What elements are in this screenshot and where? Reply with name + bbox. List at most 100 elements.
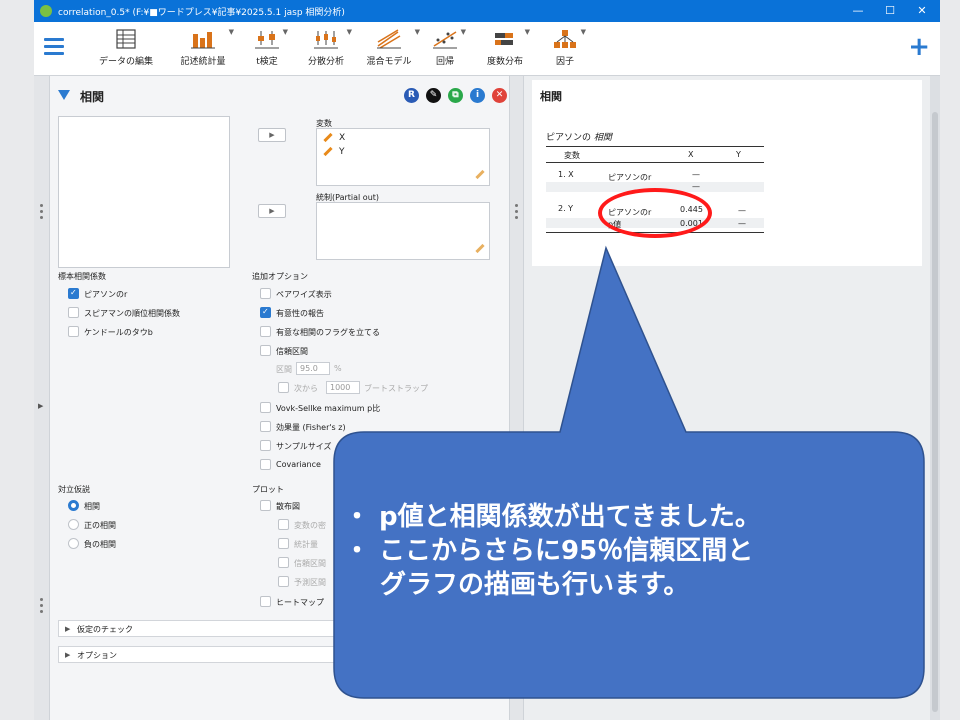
bootstrap-checkbox[interactable] (278, 382, 289, 393)
toolbar-frequencies[interactable]: ▼ 度数分布 (484, 26, 530, 72)
analysis-header[interactable]: 相関 R ✎ ⧉ i ✕ (58, 86, 507, 110)
scale-variable-icon (475, 169, 485, 180)
partial-out-list[interactable] (316, 202, 490, 260)
assign-variables-button[interactable]: ▶ (258, 128, 286, 142)
bootstrap-input[interactable]: 1000 (326, 381, 360, 394)
vovk-sellke-checkbox[interactable] (260, 402, 271, 413)
edit-title-icon[interactable]: ✎ (426, 88, 441, 103)
alt-positive-radio[interactable] (68, 519, 79, 530)
alt-negative-label: 負の相関 (84, 540, 116, 549)
jasp-logo-icon (40, 5, 52, 17)
header-x: X (688, 150, 694, 159)
add-module-plus-icon[interactable]: + (908, 34, 930, 60)
title-bar: correlation_0.5* (F:¥■ワードプレス¥記事¥2025.5.1… (34, 0, 940, 22)
close-button[interactable]: ✕ (912, 3, 932, 19)
analysis-title: 相関 (80, 90, 105, 104)
expand-arrow-icon[interactable]: ▶ (38, 402, 43, 410)
toolbar-anova-label: 分散分析 (307, 57, 344, 67)
info-icon[interactable]: i (470, 88, 485, 103)
report-significance-checkbox[interactable] (260, 307, 271, 318)
pearson-checkbox[interactable] (68, 288, 79, 299)
plot-pi-checkbox[interactable] (278, 576, 289, 587)
variables-list[interactable]: X Y (316, 128, 490, 186)
plot-ci-checkbox[interactable] (278, 557, 289, 568)
assign-partial-button[interactable]: ▶ (258, 204, 286, 218)
sample-size-label: サンプルサイズ (276, 442, 332, 451)
anova-icon (314, 31, 338, 49)
heatmap-checkbox[interactable] (260, 596, 271, 607)
scale-variable-icon (475, 243, 485, 254)
scale-variable-icon (323, 146, 333, 157)
scatter-plot-label: 散布図 (276, 502, 300, 511)
callout-line-3: グラフの描画も行います。 (380, 570, 690, 600)
chevron-down-icon: ▼ (228, 28, 234, 36)
results-card: 相関 ピアソンの 相関 変数 X Y 1. X ピアソンのr — — 2. Y … (532, 80, 922, 266)
covariance-checkbox[interactable] (260, 459, 271, 470)
drag-handle-icon[interactable] (40, 204, 44, 222)
duplicate-icon[interactable]: ⧉ (448, 88, 463, 103)
toolbar-ttest-label: t検定 (256, 57, 278, 67)
collapse-triangle-icon[interactable] (58, 90, 70, 100)
toolbar-ttest[interactable]: ▼ t検定 (250, 26, 288, 72)
pearson-label: ピアソンのr (84, 290, 128, 299)
spearman-label: スピアマンの順位相関係数 (84, 309, 180, 318)
hamburger-menu-icon[interactable] (44, 38, 64, 58)
confidence-interval-checkbox[interactable] (260, 345, 271, 356)
variable-item-y[interactable]: Y (323, 146, 345, 157)
kendall-checkbox[interactable] (68, 326, 79, 337)
source-variable-list[interactable] (58, 116, 230, 268)
alt-negative-radio[interactable] (68, 538, 79, 549)
spearman-checkbox[interactable] (68, 307, 79, 318)
assumption-checks-section[interactable]: ▶ 仮定のチェック (58, 620, 504, 637)
toolbar-data-edit[interactable]: データの編集 (98, 26, 154, 72)
section-label: 仮定のチェック (77, 625, 133, 634)
table-cell: 2. Y (558, 204, 574, 213)
chevron-down-icon: ▼ (524, 28, 530, 36)
table-cell: — (738, 206, 746, 215)
plot-density-checkbox[interactable] (278, 519, 289, 530)
variable-item-x[interactable]: X (323, 132, 345, 143)
table-cell: 1. X (558, 170, 574, 179)
chevron-down-icon: ▼ (346, 28, 352, 36)
flag-significant-checkbox[interactable] (260, 326, 271, 337)
splitter-strip[interactable] (510, 76, 524, 720)
pairwise-checkbox[interactable] (260, 288, 271, 299)
scrollbar-thumb[interactable] (932, 112, 938, 712)
table-cell: — (692, 182, 700, 191)
toolbar-frequencies-label: 度数分布 (486, 57, 523, 67)
toolbar-regression[interactable]: ▼ 回帰 (428, 26, 466, 72)
minimize-button[interactable]: — (848, 3, 868, 19)
interval-input[interactable]: 95.0 (296, 362, 330, 375)
table-cell: — (738, 219, 746, 228)
t-test-icon (255, 31, 279, 49)
kendall-label: ケンドールのタウb (84, 328, 153, 337)
drag-handle-icon[interactable] (515, 204, 519, 222)
maximize-button[interactable]: ☐ (880, 3, 900, 19)
options-section[interactable]: ▶ オプション (58, 646, 504, 663)
drag-handle-icon[interactable] (40, 598, 44, 616)
highlight-ellipse (598, 188, 712, 238)
frequencies-icon (495, 33, 513, 45)
chevron-down-icon: ▼ (460, 28, 466, 36)
scatter-plot-checkbox[interactable] (260, 500, 271, 511)
toolbar-mixed-models[interactable]: ▼ 混合モデル (362, 26, 420, 72)
sample-size-checkbox[interactable] (260, 440, 271, 451)
header-y: Y (736, 150, 741, 159)
alt-correlated-radio[interactable] (68, 500, 79, 511)
r-syntax-icon[interactable]: R (404, 88, 419, 103)
plot-statistics-checkbox[interactable] (278, 538, 289, 549)
close-analysis-icon[interactable]: ✕ (492, 88, 507, 103)
toolbar-descriptives[interactable]: ▼ 記述統計量 (176, 26, 234, 72)
data-panel-collapsed-strip[interactable]: ▶ (34, 76, 50, 720)
toolbar-anova[interactable]: ▼ 分散分析 (304, 26, 352, 72)
toolbar-factor[interactable]: ▼ 因子 (548, 26, 586, 72)
bootstrap-label: ブートストラップ (364, 384, 428, 393)
section-label: オプション (77, 651, 117, 660)
report-significance-label: 有意性の報告 (276, 309, 324, 318)
plot-statistics-label: 統計量 (294, 540, 318, 549)
interval-label: 区間 (276, 365, 292, 374)
effect-size-checkbox[interactable] (260, 421, 271, 432)
sample-coefficient-label: 標本相関係数 (58, 272, 106, 281)
results-scrollbar[interactable] (930, 76, 940, 720)
variable-name: Y (339, 147, 345, 157)
